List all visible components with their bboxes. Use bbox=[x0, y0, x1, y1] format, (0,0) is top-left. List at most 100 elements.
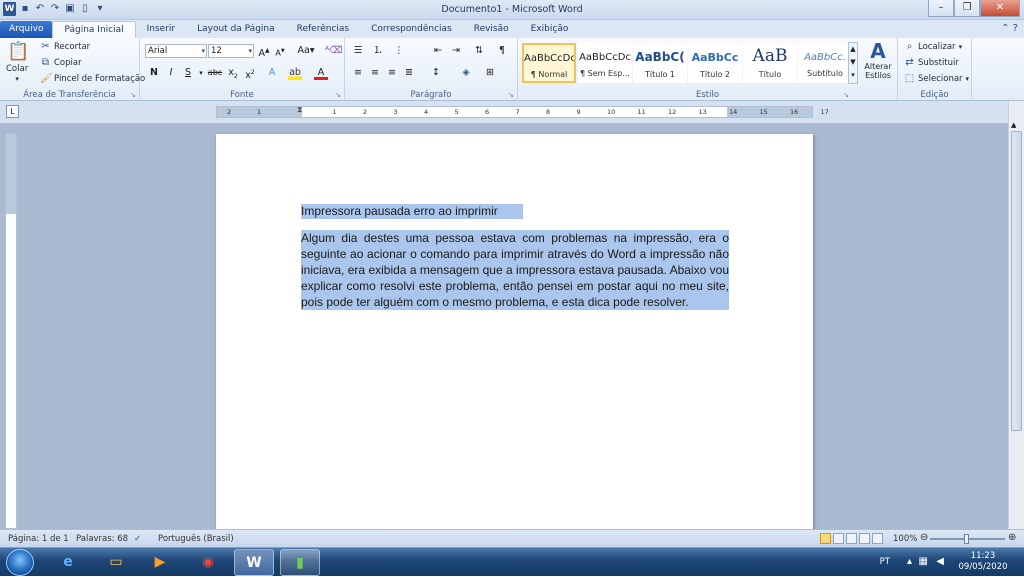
tab-selector-icon[interactable]: L bbox=[6, 105, 19, 118]
word-count[interactable]: Palavras: 68 bbox=[76, 534, 128, 544]
recorder-taskbar-icon[interactable]: ▮ bbox=[280, 549, 320, 576]
align-left-icon[interactable]: ≡ bbox=[351, 66, 365, 80]
web-layout-icon[interactable] bbox=[846, 533, 857, 544]
styles-launcher-icon[interactable]: ↘ bbox=[843, 91, 849, 99]
strikethrough-icon[interactable]: abc bbox=[206, 66, 224, 80]
zoom-out-icon[interactable]: ⊖ bbox=[920, 532, 928, 543]
paragraph-launcher-icon[interactable]: ↘ bbox=[508, 91, 514, 99]
document-title[interactable]: Impressora pausada erro ao imprimir bbox=[301, 204, 523, 219]
network-icon[interactable]: ▦ bbox=[919, 556, 928, 567]
tab-referencias[interactable]: Referências bbox=[286, 21, 361, 38]
tab-correspondencias[interactable]: Correspondências bbox=[360, 21, 463, 38]
zoom-in-icon[interactable]: ⊕ bbox=[1008, 532, 1016, 543]
clipboard-launcher-icon[interactable]: ↘ bbox=[130, 91, 136, 99]
scroll-up-icon[interactable]: ▲ bbox=[1011, 121, 1016, 129]
full-screen-icon[interactable] bbox=[833, 533, 844, 544]
paste-button[interactable]: 📋 Colar ▾ bbox=[6, 41, 30, 83]
format-painter-button[interactable]: 🖌 Pincel de Formatação bbox=[40, 73, 145, 84]
media-player-icon[interactable]: ▶ bbox=[140, 549, 180, 576]
text-effects-icon[interactable]: A bbox=[265, 66, 279, 80]
align-center-icon[interactable]: ≡ bbox=[368, 66, 382, 80]
outline-icon[interactable] bbox=[859, 533, 870, 544]
internet-explorer-icon[interactable]: e bbox=[48, 549, 88, 576]
underline-icon[interactable]: S bbox=[181, 66, 195, 80]
ribbon: 📋 Colar ▾ ✂ Recortar ⧉ Copiar 🖌 Pincel d… bbox=[0, 38, 1024, 101]
tab-exibicao[interactable]: Exibição bbox=[520, 21, 580, 38]
sort-icon[interactable]: ⇅ bbox=[472, 44, 486, 58]
style-normal[interactable]: AaBbCcDc ¶ Normal bbox=[522, 43, 576, 83]
font-size-combo[interactable]: 12 ▾ bbox=[208, 44, 254, 58]
styles-scroll-icon[interactable]: ▲ ▼ ▾ bbox=[848, 42, 858, 84]
change-styles-button[interactable]: A Alterar Estilos bbox=[860, 40, 896, 80]
clock[interactable]: 11:23 09/05/2020 bbox=[956, 551, 1010, 573]
zoom-slider-knob[interactable] bbox=[964, 534, 969, 544]
change-case-icon[interactable]: Aa▾ bbox=[296, 44, 316, 58]
start-button[interactable] bbox=[6, 549, 34, 576]
multilevel-list-icon[interactable]: ⋮ bbox=[392, 44, 406, 58]
document-paragraph[interactable]: Algum dia destes uma pessoa estava com p… bbox=[301, 230, 729, 310]
language[interactable]: Português (Brasil) bbox=[158, 534, 234, 544]
shading-icon[interactable]: ◈ bbox=[459, 66, 473, 80]
vertical-scrollbar[interactable]: ▲ bbox=[1008, 101, 1024, 529]
font-size-value: 12 bbox=[211, 46, 222, 56]
font-color-icon[interactable]: A bbox=[314, 66, 328, 80]
draft-icon[interactable] bbox=[872, 533, 883, 544]
tab-inserir[interactable]: Inserir bbox=[136, 21, 187, 38]
print-layout-icon[interactable] bbox=[820, 533, 831, 544]
right-margin-area bbox=[727, 107, 812, 117]
find-button[interactable]: ⌕ Localizar ▾ bbox=[904, 41, 962, 52]
help-icon[interactable]: ⌃ ? bbox=[1001, 23, 1018, 34]
clear-formatting-icon[interactable]: ᴬ⌫ bbox=[325, 44, 343, 58]
minimize-button[interactable]: – bbox=[928, 0, 954, 17]
clipboard-icon: 📋 bbox=[7, 41, 30, 62]
indent-marker-icon[interactable]: ⧗ bbox=[297, 105, 303, 115]
style-subtitle[interactable]: AaBbCc. Subtítulo bbox=[798, 43, 852, 83]
justify-icon[interactable]: ≣ bbox=[402, 66, 416, 80]
horizontal-ruler[interactable]: 1 2 1 2 3 4 5 6 7 8 9 10 11 12 13 14 15 16 17 ⧗ bbox=[216, 105, 829, 118]
grow-font-icon[interactable]: A▲ bbox=[257, 44, 271, 59]
style-heading-1[interactable]: AaBbC( Título 1 bbox=[633, 43, 687, 83]
increase-indent-icon[interactable]: ⇥ bbox=[449, 44, 463, 58]
numbering-icon[interactable]: ⒈ bbox=[371, 44, 385, 58]
document-page[interactable]: Impressora pausada erro ao imprimir Algu… bbox=[216, 134, 813, 534]
input-language[interactable]: PT bbox=[880, 557, 890, 567]
chrome-icon[interactable]: ◉ bbox=[188, 549, 228, 576]
tab-arquivo[interactable]: Arquivo bbox=[0, 21, 53, 38]
proofing-icon[interactable]: ✓ bbox=[134, 534, 141, 544]
maximize-button[interactable]: ❐ bbox=[954, 0, 980, 17]
tab-layout[interactable]: Layout da Página bbox=[186, 21, 286, 38]
superscript-icon[interactable]: x2 bbox=[243, 66, 257, 81]
scrollbar-thumb[interactable] bbox=[1011, 131, 1022, 431]
zoom-slider[interactable] bbox=[930, 534, 1005, 544]
font-name-combo[interactable]: Arial ▾ bbox=[145, 44, 207, 58]
italic-icon[interactable]: I bbox=[164, 66, 178, 80]
vertical-ruler[interactable] bbox=[5, 133, 17, 529]
subscript-icon[interactable]: x2 bbox=[226, 66, 240, 80]
shrink-font-icon[interactable]: A▼ bbox=[273, 44, 287, 58]
style-title[interactable]: AaB Título bbox=[743, 43, 797, 83]
show-paragraph-marks-icon[interactable]: ¶ bbox=[495, 44, 509, 58]
zoom-level[interactable]: 100% bbox=[893, 534, 917, 544]
select-button[interactable]: ⬚ Selecionar ▾ bbox=[904, 73, 969, 84]
style-no-spacing[interactable]: AaBbCcDc ¶ Sem Esp... bbox=[578, 43, 632, 83]
page-count[interactable]: Página: 1 de 1 bbox=[8, 534, 69, 544]
tray-arrow-icon[interactable]: ▴ bbox=[907, 556, 912, 567]
borders-icon[interactable]: ⊞ bbox=[483, 66, 497, 80]
style-heading-2[interactable]: AaBbCc Título 2 bbox=[688, 43, 742, 83]
word-taskbar-icon[interactable]: W bbox=[234, 549, 274, 576]
close-button[interactable]: ✕ bbox=[980, 0, 1020, 17]
tab-pagina-inicial[interactable]: Página Inicial bbox=[52, 21, 136, 38]
bullets-icon[interactable]: ☰ bbox=[351, 44, 365, 58]
copy-button[interactable]: ⧉ Copiar bbox=[40, 57, 82, 68]
replace-button[interactable]: ⇄ Substituir bbox=[904, 57, 959, 68]
align-right-icon[interactable]: ≡ bbox=[385, 66, 399, 80]
tab-revisao[interactable]: Revisão bbox=[463, 21, 520, 38]
line-spacing-icon[interactable]: ↕ bbox=[429, 66, 443, 80]
font-launcher-icon[interactable]: ↘ bbox=[335, 91, 341, 99]
decrease-indent-icon[interactable]: ⇤ bbox=[431, 44, 445, 58]
file-explorer-icon[interactable]: ▭ bbox=[96, 549, 136, 576]
volume-icon[interactable]: ◀ bbox=[936, 556, 944, 567]
cut-button[interactable]: ✂ Recortar bbox=[40, 41, 90, 52]
highlight-icon[interactable]: ab bbox=[288, 66, 302, 80]
bold-icon[interactable]: N bbox=[147, 66, 161, 80]
